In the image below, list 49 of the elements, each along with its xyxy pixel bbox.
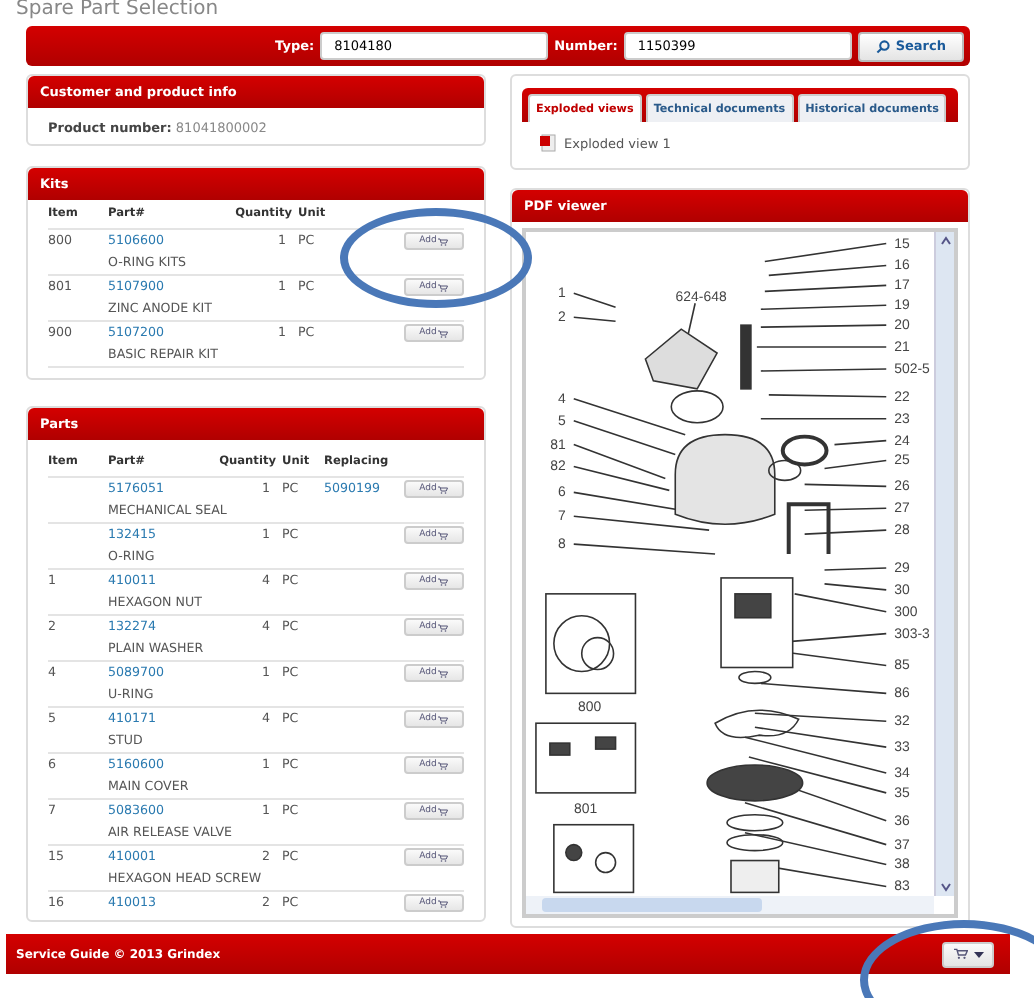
leader-line xyxy=(748,756,888,794)
cart-icon xyxy=(438,623,449,631)
cart-dropdown-button[interactable] xyxy=(942,941,994,967)
pdf-file-icon xyxy=(540,134,556,152)
vertical-scrollbar[interactable] xyxy=(934,232,954,896)
leader-line xyxy=(572,419,677,456)
leader-line xyxy=(744,802,888,846)
cart-icon xyxy=(438,807,449,815)
leader-line xyxy=(572,316,617,322)
cart-icon xyxy=(438,329,449,337)
leader-line xyxy=(754,712,888,723)
leader-line xyxy=(572,292,617,309)
scroll-down-icon xyxy=(941,883,951,892)
leader-line xyxy=(803,507,888,512)
horizontal-scrollbar[interactable] xyxy=(526,896,934,914)
leader-line xyxy=(744,831,888,866)
leader-line xyxy=(768,394,888,398)
leader-line xyxy=(756,346,888,348)
leader-line xyxy=(823,459,888,470)
scrollbar-thumb[interactable] xyxy=(542,898,762,912)
cart-icon xyxy=(438,577,449,585)
cart-icon xyxy=(438,669,449,677)
cart-icon xyxy=(438,531,449,539)
caret-icon xyxy=(973,951,983,957)
leader-line xyxy=(760,304,888,311)
leader-line xyxy=(572,398,686,436)
scroll-up-icon xyxy=(941,236,951,245)
cart-icon xyxy=(438,485,449,493)
leader-line xyxy=(787,632,888,643)
search-icon xyxy=(876,39,890,53)
cart-icon xyxy=(438,237,449,245)
cart-icon xyxy=(438,715,449,723)
cart-icon xyxy=(438,899,449,907)
leader-line xyxy=(572,543,716,555)
leader-line xyxy=(572,465,671,492)
leader-line xyxy=(760,368,888,372)
cart-icon xyxy=(438,761,449,769)
leader-line xyxy=(803,529,888,535)
leader-line xyxy=(803,483,888,488)
leader-line xyxy=(572,443,667,480)
cart-icon xyxy=(438,283,449,291)
leader-line xyxy=(764,284,888,293)
leader-line xyxy=(760,682,888,695)
leader-line xyxy=(823,567,888,571)
cart-icon xyxy=(438,853,449,861)
leader-line xyxy=(760,417,888,420)
cart-icon xyxy=(953,948,967,960)
leader-line xyxy=(760,324,888,328)
leader-line xyxy=(833,439,888,446)
